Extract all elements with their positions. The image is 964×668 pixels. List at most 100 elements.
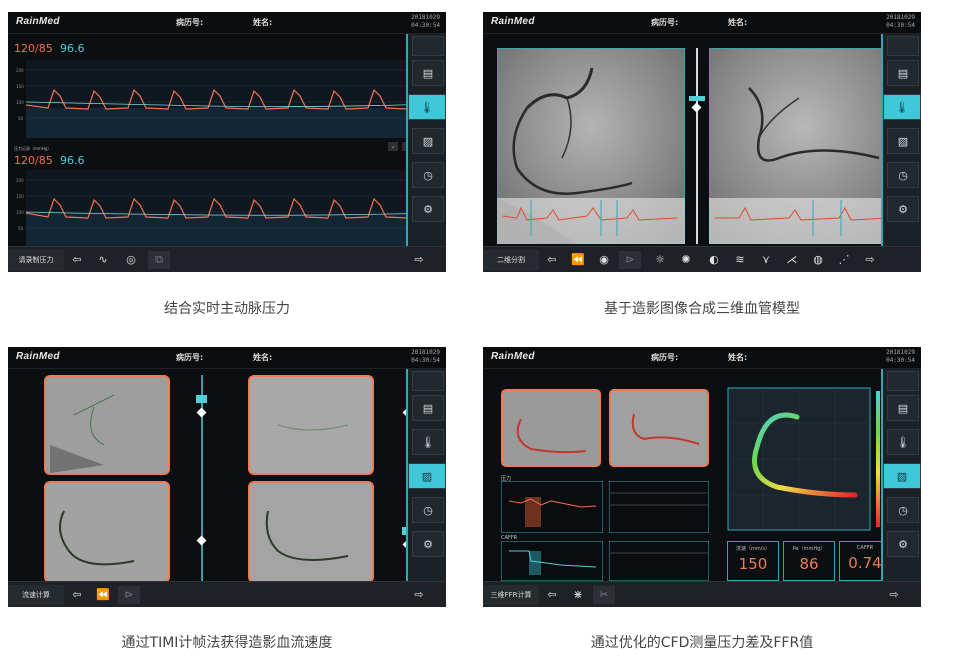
angiogram-thumb-1[interactable] (501, 389, 601, 467)
image-icon[interactable]: ▨ (412, 128, 444, 154)
datetime: 20181029 04:30:54 (411, 14, 440, 29)
timi-slider-left-marker-2[interactable] (196, 535, 207, 546)
timi-frame-right-bottom[interactable] (248, 481, 374, 583)
panel-cfd-ffr: RainMed 病历号: 姓名: 20181029 04:30:54 压力 CAF… (483, 347, 921, 607)
pressure-table (609, 481, 709, 533)
pressure-chart (501, 481, 603, 533)
sidebar-top-button[interactable] (412, 36, 444, 56)
chevron-down-icon[interactable]: ⌄ (388, 142, 398, 151)
image-icon[interactable]: ▨ (887, 128, 919, 154)
patient-name-label: 姓名: (253, 18, 273, 27)
svg-text:50: 50 (18, 116, 24, 121)
frame-slider-track[interactable] (696, 48, 698, 244)
document-icon[interactable]: ▤ (412, 60, 444, 86)
thermometer-icon[interactable]: 🌡 (887, 429, 919, 455)
spo2-value-2: 96.6 (60, 154, 85, 167)
record-icon[interactable]: ◎ (120, 251, 142, 269)
angiogram-left (497, 48, 685, 244)
forward-arrow-icon[interactable]: ⇨ (408, 586, 430, 604)
back-arrow-icon[interactable]: ⇦ (541, 586, 563, 604)
spo2-value: 96.6 (60, 42, 85, 55)
timi-slider-left-marker[interactable] (196, 407, 207, 418)
back-arrow-icon[interactable]: ⇦ (541, 251, 563, 269)
forward-arrow-icon[interactable]: ⇨ (859, 251, 881, 269)
top-bar: RainMed 病历号: 姓名: 20181029 04:30:54 (483, 12, 921, 34)
vessel-icon[interactable]: ≋ (729, 251, 751, 269)
document-icon[interactable]: ▤ (412, 395, 444, 421)
image-icon[interactable]: ▨ (883, 463, 921, 489)
top-bar: RainMed 病历号: 姓名: 20181029 04:30:54 (8, 12, 446, 34)
clock-icon[interactable]: ◷ (887, 497, 919, 523)
datetime: 20181029 04:30:54 (411, 349, 440, 364)
bottom-toolbar: 流速计算 ⇦ ⏪ ⊳ ⇨ (8, 581, 446, 607)
forward-arrow-icon[interactable]: ⇨ (408, 251, 430, 269)
caffr-chart (501, 541, 603, 581)
pa-label: Pa（mmHg） (792, 546, 826, 552)
vessel-tool-icon[interactable]: ⋇ (567, 586, 589, 604)
segment-icon[interactable]: ⋰ (833, 251, 855, 269)
timi-slider-left-handle[interactable] (196, 395, 207, 403)
thermometer-icon[interactable]: 🌡 (412, 429, 444, 455)
panel-timi-flow: RainMed 病历号: 姓名: 20181029 04:30:54 ▤ 🌡 ▨ … (8, 347, 446, 607)
app-logo: RainMed (491, 351, 535, 362)
gear-icon[interactable]: ⚙ (887, 196, 919, 222)
bottom-toolbar: 三维FFR计算 ⇦ ⋇ ✂ ⇨ (483, 581, 921, 607)
mode-label: 三维FFR计算 (483, 585, 539, 605)
sidebar-top-button[interactable] (412, 371, 444, 391)
step-icon[interactable]: ⊳ (619, 251, 641, 269)
svg-text:200: 200 (16, 68, 24, 73)
branch-icon[interactable]: ⋎ (755, 251, 777, 269)
cut-icon[interactable]: ✂ (593, 586, 615, 604)
palette-icon[interactable]: ◍ (807, 251, 829, 269)
angiogram-thumb-2[interactable] (609, 389, 709, 467)
panel-realtime-pressure: RainMed 病历号: 姓名: 20181029 04:30:54 120/85… (8, 12, 446, 272)
clock-icon[interactable]: ◷ (887, 162, 919, 188)
gear-icon[interactable]: ⚙ (887, 531, 919, 557)
patient-name-label: 姓名: (253, 353, 273, 362)
gear-icon[interactable]: ⚙ (412, 531, 444, 557)
frame-slider-handle[interactable] (689, 96, 705, 101)
timi-frame-left-bottom[interactable] (44, 481, 170, 583)
capture-icon[interactable]: ⧉ (148, 251, 170, 269)
rewind-icon[interactable]: ⏪ (567, 251, 589, 269)
back-arrow-icon[interactable]: ⇦ (66, 586, 88, 604)
clock-icon[interactable]: ◷ (412, 497, 444, 523)
step-icon[interactable]: ⊳ (118, 586, 140, 604)
rewind-icon[interactable]: ⏪ (92, 586, 114, 604)
timi-frame-right-top[interactable] (248, 375, 374, 475)
document-icon[interactable]: ▤ (887, 60, 919, 86)
mode-label: 请录制压力 (8, 250, 64, 270)
sidebar-top-button[interactable] (887, 371, 919, 391)
timi-frame-left-top[interactable] (44, 375, 170, 475)
thermometer-icon[interactable]: 🌡 (408, 94, 446, 120)
patient-name-label: 姓名: (728, 18, 748, 27)
timi-slider-left-track[interactable] (201, 375, 203, 583)
play-icon[interactable]: ◉ (593, 251, 615, 269)
clock-icon[interactable]: ◷ (412, 162, 444, 188)
ffr-3d-model[interactable] (727, 387, 871, 531)
caption-2: 基于造影图像合成三维血管模型 (604, 301, 800, 317)
brightness-icon[interactable]: ☼ (649, 251, 671, 269)
top-bar: RainMed 病历号: 姓名: 20181029 04:30:54 (8, 347, 446, 369)
caption-1: 结合实时主动脉压力 (164, 301, 290, 317)
invert-icon[interactable]: ◐ (703, 251, 725, 269)
branch-edit-icon[interactable]: ⋌ (781, 251, 803, 269)
bottom-toolbar: 请录制压力 ⇦ ∿ ◎ ⧉ ⇨ (8, 246, 446, 272)
blood-pressure-value: 120/85 (14, 42, 53, 55)
sidebar-top-button[interactable] (887, 36, 919, 56)
back-arrow-icon[interactable]: ⇦ (66, 251, 88, 269)
record-number-label: 病历号: (651, 18, 679, 27)
patient-name-label: 姓名: (728, 353, 748, 362)
right-sidebar: ▤ 🌡 ▨ ◷ ⚙ (881, 369, 921, 581)
thermometer-icon[interactable]: 🌡 (883, 94, 921, 120)
gear-icon[interactable]: ⚙ (412, 196, 444, 222)
document-icon[interactable]: ▤ (887, 395, 919, 421)
forward-arrow-icon[interactable]: ⇨ (883, 586, 905, 604)
contrast-icon[interactable]: ✺ (675, 251, 697, 269)
image-icon[interactable]: ▨ (408, 463, 446, 489)
panel-vessel-model: RainMed 病历号: 姓名: 20181029 04:30:54 ▤ 🌡 ▨ … (483, 12, 921, 272)
record-number-label: 病历号: (651, 353, 679, 362)
app-logo: RainMed (16, 16, 60, 27)
frame-slider-marker[interactable] (691, 102, 702, 113)
wave-icon[interactable]: ∿ (92, 251, 114, 269)
